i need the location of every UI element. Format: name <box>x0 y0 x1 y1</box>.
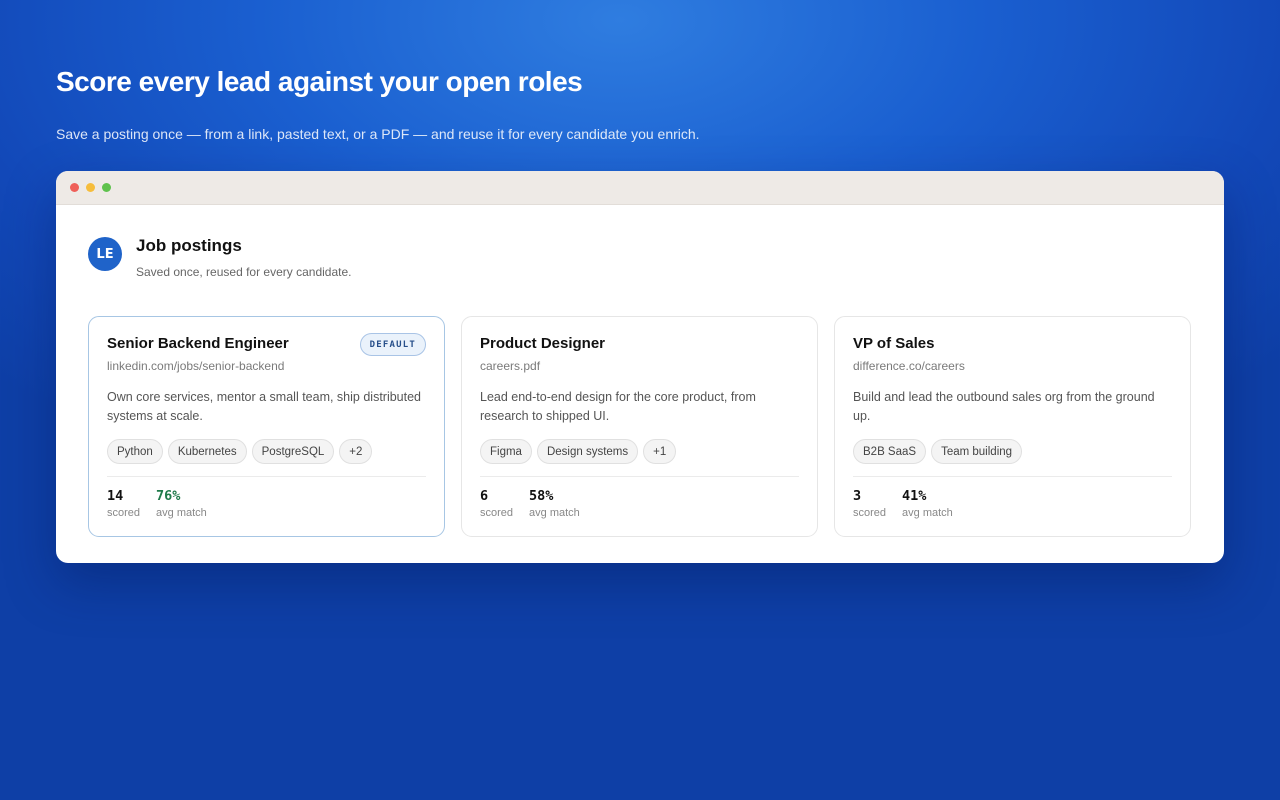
job-description: Own core services, mentor a small team, … <box>107 390 422 423</box>
skill-tag: Figma <box>480 439 532 464</box>
job-source: careers.pdf <box>480 359 541 373</box>
skill-tag: Design systems <box>536 439 639 464</box>
skill-tags: B2B SaaS Team building <box>853 439 1172 464</box>
skill-tag: Team building <box>931 439 1023 464</box>
avg-match-value: 41% <box>902 488 927 504</box>
skill-tag: PostgreSQL <box>251 439 335 464</box>
window-titlebar <box>56 171 1224 205</box>
minimize-window-button[interactable] <box>86 183 95 192</box>
avg-match-label: avg match <box>902 507 953 519</box>
job-title: VP of Sales <box>853 335 935 352</box>
skill-tag: Python <box>107 439 163 464</box>
scored-stat: 6 scored <box>480 488 513 519</box>
app-logo: LE <box>88 237 122 271</box>
scored-count: 6 <box>480 488 489 504</box>
default-badge: DEFAULT <box>359 333 426 356</box>
more-tags-button[interactable]: +2 <box>339 439 373 464</box>
job-posting-list: Senior Backend Engineer linkedin.com/job… <box>88 316 1191 537</box>
hero-title: Score every lead against your open roles <box>56 66 583 97</box>
scored-count: 14 <box>107 488 124 504</box>
app-window: LE Job postings Saved once, reused for e… <box>56 171 1224 563</box>
skill-tag: B2B SaaS <box>853 439 927 464</box>
job-description: Lead end-to-end design for the core prod… <box>480 390 756 423</box>
match-stat: 58% avg match <box>529 488 580 519</box>
match-stat: 41% avg match <box>902 488 953 519</box>
more-tags-button[interactable]: +1 <box>643 439 677 464</box>
job-card-vp-of-sales[interactable]: VP of Sales difference.co/careers Build … <box>834 316 1191 537</box>
skill-tags: Python Kubernetes PostgreSQL +2 <box>107 439 426 464</box>
avg-match-label: avg match <box>529 507 580 519</box>
scored-label: scored <box>480 507 514 519</box>
card-divider <box>853 476 1172 477</box>
scored-stat: 14 scored <box>107 488 140 519</box>
scored-stat: 3 scored <box>853 488 886 519</box>
close-window-button[interactable] <box>70 183 79 192</box>
card-divider <box>480 476 799 477</box>
job-stats: 3 scored 41% avg match <box>853 488 1172 519</box>
job-stats: 6 scored 58% avg match <box>480 488 799 519</box>
scored-label: scored <box>107 507 141 519</box>
job-card-product-designer[interactable]: Product Designer careers.pdf Lead end-to… <box>461 316 818 537</box>
job-source: difference.co/careers <box>853 359 965 373</box>
job-description: Build and lead the outbound sales org fr… <box>853 390 1155 423</box>
avg-match-value: 58% <box>529 488 554 504</box>
job-stats: 14 scored 76% avg match <box>107 488 426 519</box>
skill-tag: Kubernetes <box>167 439 247 464</box>
page-header: LE Job postings Saved once, reused for e… <box>88 235 351 279</box>
scored-label: scored <box>853 507 887 519</box>
avg-match-label: avg match <box>156 507 207 519</box>
match-stat: 76% avg match <box>156 488 207 519</box>
maximize-window-button[interactable] <box>102 183 111 192</box>
scored-count: 3 <box>853 488 862 504</box>
card-divider <box>107 476 426 477</box>
page-title: Job postings <box>136 236 242 255</box>
skill-tags: Figma Design systems +1 <box>480 439 799 464</box>
job-title: Product Designer <box>480 335 606 352</box>
avg-match-value: 76% <box>156 488 181 504</box>
page-subtitle: Saved once, reused for every candidate. <box>136 265 352 279</box>
hero-subtitle: Save a posting once — from a link, paste… <box>56 126 700 142</box>
job-source: linkedin.com/jobs/senior-backend <box>107 359 285 373</box>
job-card-senior-backend-engineer[interactable]: Senior Backend Engineer linkedin.com/job… <box>88 316 445 537</box>
